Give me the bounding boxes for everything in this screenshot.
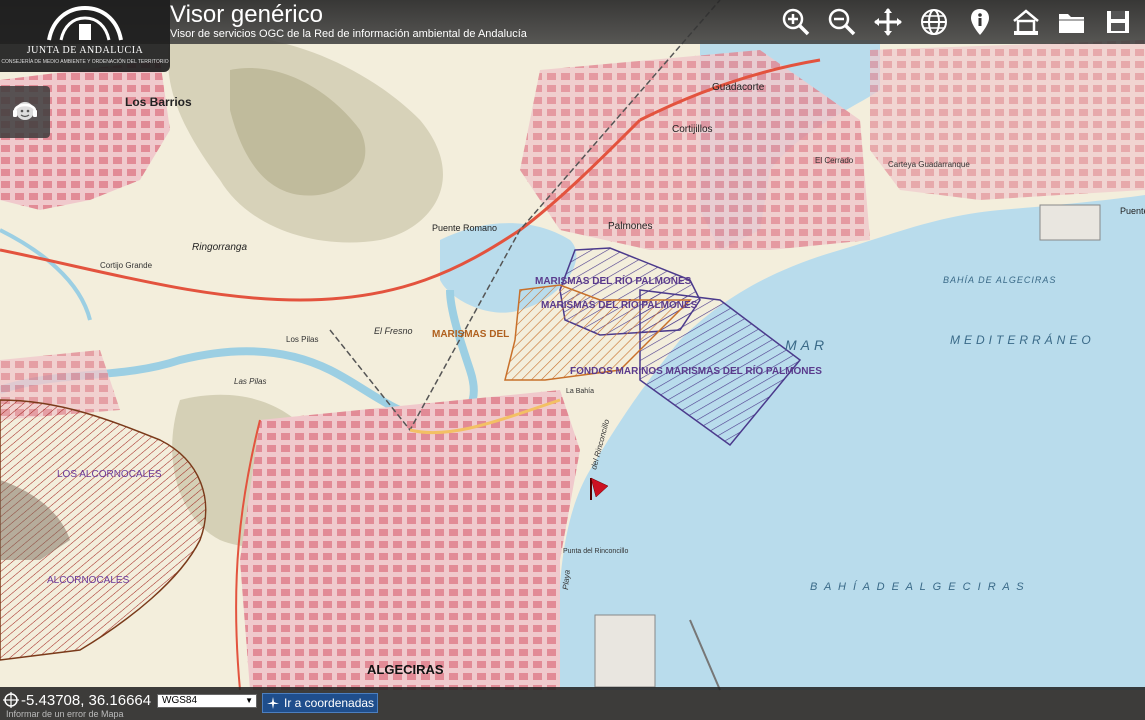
label-playa: Playa — [561, 569, 572, 590]
app-title: Visor genérico — [170, 1, 323, 28]
logo-subtitle: CONSEJERÍA DE MEDIO AMBIENTE Y ORDENACIÓ… — [1, 59, 169, 65]
support-agent-icon — [13, 102, 37, 120]
label-alcornocales-2: ALCORNOCALES — [47, 575, 130, 586]
info-pin-icon — [971, 9, 989, 35]
map-viewer: Los Barrios Guadacorte Cortijillos Palmo… — [0, 0, 1145, 720]
zoom-out-icon — [828, 8, 856, 36]
airplane-icon — [267, 697, 279, 709]
junta-logo-icon — [47, 5, 123, 41]
save-button[interactable] — [1099, 4, 1137, 40]
label-el-fresno: El Fresno — [374, 326, 413, 336]
label-los-barrios: Los Barrios — [125, 95, 192, 109]
zoom-in-icon — [782, 8, 810, 36]
label-marismas-3: MARISMAS DEL — [432, 329, 509, 340]
info-pin-button[interactable] — [961, 4, 999, 40]
label-la-bahia: La Bahía — [566, 388, 594, 395]
label-alcornocales-1: LOS ALCORNOCALES — [57, 469, 162, 480]
label-guadacorte: Guadacorte — [712, 82, 765, 93]
label-el-cerrado: El Cerrado — [815, 156, 854, 165]
crs-select[interactable]: WGS84 ▼ — [157, 694, 257, 708]
label-cortijo-grande: Cortijo Grande — [100, 261, 153, 270]
label-mediterraneo: MEDITERRÁNEO — [950, 332, 1095, 347]
home-icon — [1013, 9, 1039, 35]
pan-button[interactable] — [869, 4, 907, 40]
label-cortijillos: Cortijillos — [672, 124, 713, 135]
report-error-link[interactable]: Informar de un error de Mapa — [6, 709, 124, 719]
support-button[interactable] — [0, 86, 50, 138]
label-puente-romano: Puente Romano — [432, 223, 497, 233]
label-carteya: Carteya Guadarranque — [888, 160, 970, 169]
goto-coordinates-button[interactable]: Ir a coordenadas — [262, 693, 378, 713]
label-los-pilas: Los Pilas — [286, 335, 318, 344]
open-button[interactable] — [1053, 4, 1091, 40]
crosshair-icon — [3, 692, 19, 708]
globe-icon — [921, 9, 947, 35]
label-las-pilas: Las Pilas — [234, 377, 266, 386]
zoom-in-button[interactable] — [777, 4, 815, 40]
toolbar — [777, 4, 1137, 40]
zoom-out-button[interactable] — [823, 4, 861, 40]
save-icon — [1107, 11, 1129, 33]
urban-east — [870, 40, 1145, 200]
urban-algeciras — [240, 390, 580, 690]
label-algeciras: ALGECIRAS — [367, 662, 444, 677]
label-fondos: FONDOS MARINOS MARISMAS DEL RÍO PALMONES — [570, 364, 822, 377]
logo-title: JUNTA DE ANDALUCIA — [26, 45, 144, 56]
chevron-down-icon: ▼ — [245, 696, 253, 705]
status-bar: -5.43708, 36.16664 Informar de un error … — [0, 687, 1145, 720]
map-canvas[interactable]: Los Barrios Guadacorte Cortijillos Palmo… — [0, 0, 1145, 720]
pier-east — [1039, 204, 1101, 241]
app-subtitle: Visor de servicios OGC de la Red de info… — [170, 28, 527, 40]
coordinates-readout: -5.43708, 36.16664 — [21, 692, 152, 709]
pan-icon — [874, 8, 902, 36]
label-ringorranga: Ringorranga — [192, 242, 247, 253]
port-pier — [594, 614, 656, 688]
label-marismas-1: MARISMAS DEL RÍO PALMONES — [535, 274, 692, 287]
label-bahia-1: BAHÍA DE ALGECIRAS — [943, 275, 1056, 285]
label-palmones: Palmones — [608, 221, 652, 232]
folder-icon — [1059, 14, 1085, 33]
goto-label: Ir a coordenadas — [284, 696, 375, 710]
label-puente: Puente — [1120, 206, 1145, 216]
label-mar: MAR — [785, 337, 828, 353]
crs-value: WGS84 — [162, 695, 198, 706]
label-punta-rinconcillo: Punta del Rinconcillo — [563, 548, 628, 555]
globe-button[interactable] — [915, 4, 953, 40]
logo: JUNTA DE ANDALUCIA CONSEJERÍA DE MEDIO A… — [0, 0, 170, 72]
home-button[interactable] — [1007, 4, 1045, 40]
label-bahia-2: B A H Í A D E A L G E C I R A S — [810, 580, 1026, 593]
app-header: Visor genérico Visor de servicios OGC de… — [0, 0, 1145, 44]
label-marismas-2: MARISMAS DEL RÍO PALMONES — [541, 298, 698, 311]
